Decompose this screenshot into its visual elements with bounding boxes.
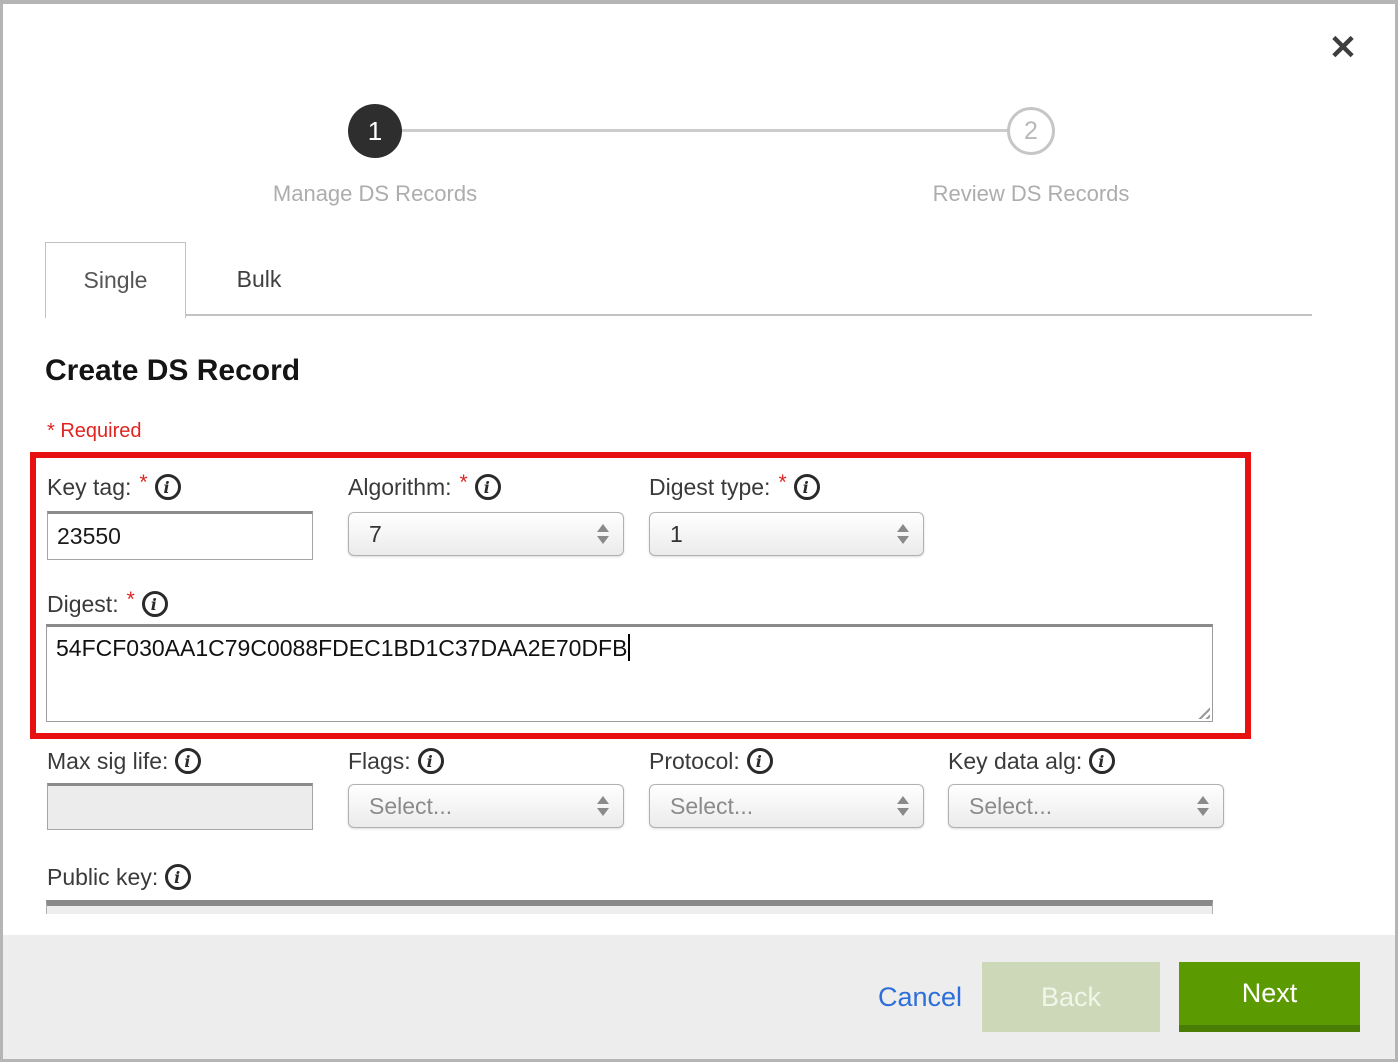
info-icon[interactable]: i [155, 474, 181, 500]
digest-type-select-value: 1 [670, 521, 683, 548]
stepper-step-1-label: Manage DS Records [223, 181, 527, 207]
digest-type-select[interactable]: 1 [649, 512, 924, 556]
modal-footer: Cancel Back Next [3, 935, 1395, 1059]
key-tag-label-text: Key tag: [47, 474, 131, 501]
key-data-alg-label: Key data alg: i [948, 745, 1115, 777]
select-arrows-icon [1197, 796, 1209, 816]
required-asterisk: * [778, 471, 786, 495]
required-note: * Required [47, 420, 142, 443]
close-icon[interactable]: ✕ [1321, 26, 1365, 70]
protocol-label: Protocol: i [649, 745, 773, 777]
stepper-step-2-circle: 2 [1007, 107, 1055, 155]
info-icon[interactable]: i [418, 748, 444, 774]
digest-type-label-text: Digest type: [649, 474, 770, 501]
info-icon[interactable]: i [794, 474, 820, 500]
public-key-label-text: Public key: [47, 864, 158, 891]
resize-grip-icon[interactable] [1195, 704, 1210, 719]
info-icon[interactable]: i [1089, 748, 1115, 774]
max-sig-life-input[interactable] [47, 783, 313, 830]
protocol-label-text: Protocol: [649, 748, 740, 775]
public-key-textarea[interactable] [46, 900, 1213, 914]
key-tag-label: Key tag: * i [47, 471, 181, 503]
select-arrows-icon [897, 796, 909, 816]
required-asterisk: * [139, 471, 147, 495]
stepper-connector-line [402, 129, 1008, 132]
info-icon[interactable]: i [475, 474, 501, 500]
tabbar: Single Bulk [45, 242, 1312, 316]
info-icon[interactable]: i [175, 748, 201, 774]
key-data-alg-select-value: Select... [969, 793, 1052, 820]
digest-label-text: Digest: [47, 591, 119, 618]
digest-label: Digest: * i [47, 588, 168, 620]
create-ds-record-modal: ✕ 1 2 Manage DS Records Review DS Record… [0, 0, 1398, 1062]
next-button[interactable]: Next [1179, 962, 1360, 1032]
max-sig-life-label-text: Max sig life: [47, 748, 168, 775]
tab-bulk[interactable]: Bulk [186, 242, 332, 316]
digest-textarea[interactable]: 54FCF030AA1C79C0088FDEC1BD1C37DAA2E70DFB [46, 624, 1213, 722]
algorithm-select-value: 7 [369, 521, 382, 548]
info-icon[interactable]: i [747, 748, 773, 774]
digest-type-label: Digest type: * i [649, 471, 820, 503]
public-key-label: Public key: i [47, 861, 191, 893]
key-data-alg-label-text: Key data alg: [948, 748, 1082, 775]
protocol-select-value: Select... [670, 793, 753, 820]
algorithm-label: Algorithm: * i [348, 471, 501, 503]
algorithm-select[interactable]: 7 [348, 512, 624, 556]
protocol-select[interactable]: Select... [649, 784, 924, 828]
cancel-button[interactable]: Cancel [878, 982, 962, 1013]
flags-select-value: Select... [369, 793, 452, 820]
select-arrows-icon [897, 524, 909, 544]
select-arrows-icon [597, 524, 609, 544]
algorithm-label-text: Algorithm: [348, 474, 452, 501]
stepper-step-2-label: Review DS Records [879, 181, 1183, 207]
info-icon[interactable]: i [165, 864, 191, 890]
select-arrows-icon [597, 796, 609, 816]
flags-label: Flags: i [348, 745, 444, 777]
page-title: Create DS Record [45, 354, 300, 388]
stepper-step-1-circle: 1 [348, 104, 402, 158]
text-cursor [628, 634, 630, 661]
flags-label-text: Flags: [348, 748, 411, 775]
required-asterisk: * [460, 471, 468, 495]
required-asterisk: * [127, 588, 135, 612]
key-data-alg-select[interactable]: Select... [948, 784, 1224, 828]
key-tag-input[interactable] [47, 511, 313, 560]
back-button[interactable]: Back [982, 962, 1160, 1032]
info-icon[interactable]: i [142, 591, 168, 617]
flags-select[interactable]: Select... [348, 784, 624, 828]
digest-value: 54FCF030AA1C79C0088FDEC1BD1C37DAA2E70DFB [56, 635, 627, 661]
tab-single[interactable]: Single [45, 242, 186, 318]
max-sig-life-label: Max sig life: i [47, 745, 201, 777]
